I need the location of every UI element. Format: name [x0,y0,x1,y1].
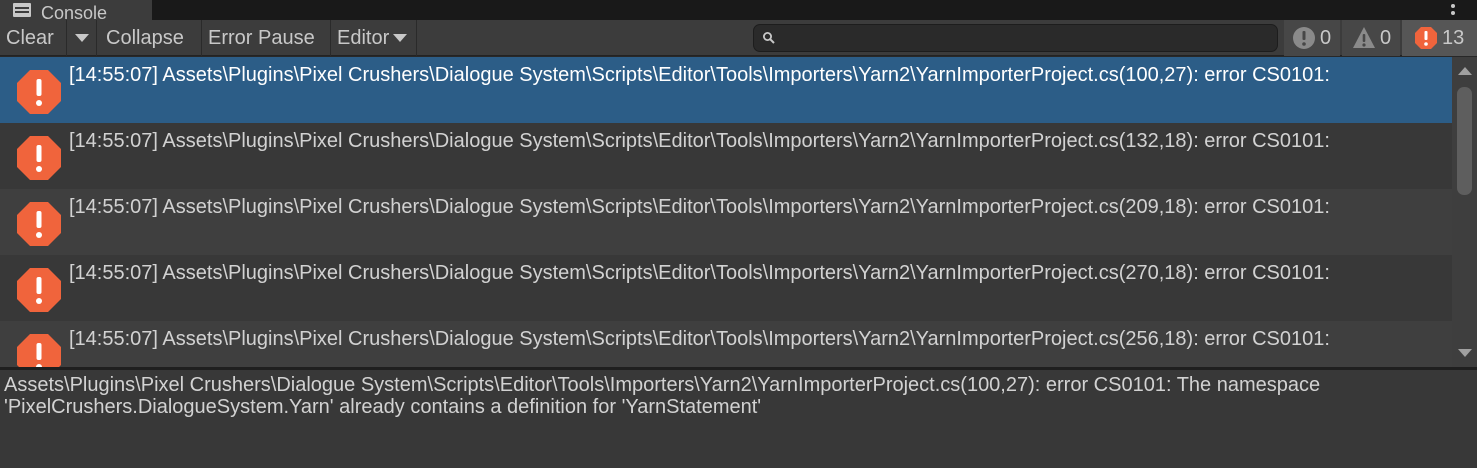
more-options-icon[interactable] [1447,2,1459,18]
scroll-down-icon[interactable] [1458,349,1472,357]
warning-count-toggle[interactable]: 0 [1342,20,1400,56]
info-count-toggle[interactable]: 0 [1284,20,1340,56]
editor-dropdown[interactable]: Editor [331,20,417,56]
chevron-down-icon [393,34,408,42]
error-icon [17,334,61,367]
log-entry[interactable]: [14:55:07] Assets\Plugins\Pixel Crushers… [0,321,1452,367]
message-detail-pane: Assets\Plugins\Pixel Crushers\Dialogue S… [0,370,1477,468]
error-icon [1415,27,1437,49]
log-entry[interactable]: [14:55:07] Assets\Plugins\Pixel Crushers… [0,255,1452,321]
warning-icon [1353,27,1375,48]
log-entry-text: [14:55:07] Assets\Plugins\Pixel Crushers… [69,196,1330,218]
log-entry[interactable]: [14:55:07] Assets\Plugins\Pixel Crushers… [0,57,1452,123]
error-icon [17,136,61,180]
log-entry-text: [14:55:07] Assets\Plugins\Pixel Crushers… [69,64,1330,86]
log-entry[interactable]: [14:55:07] Assets\Plugins\Pixel Crushers… [0,123,1452,189]
search-input[interactable] [753,24,1278,52]
message-detail-line: 'PixelCrushers.DialogueSystem.Yarn' alre… [4,396,762,418]
error-icon [17,70,61,114]
error-count-toggle[interactable]: 13 [1402,20,1477,56]
tab-title: Console [41,3,108,20]
log-entry[interactable]: [14:55:07] Assets\Plugins\Pixel Crushers… [0,189,1452,255]
log-list[interactable]: [14:55:07] Assets\Plugins\Pixel Crushers… [0,57,1452,367]
info-icon [1293,27,1315,49]
chevron-down-icon [74,34,89,42]
log-entry-text: [14:55:07] Assets\Plugins\Pixel Crushers… [69,262,1330,284]
log-entry-text: [14:55:07] Assets\Plugins\Pixel Crushers… [69,130,1330,152]
error-icon [17,268,61,312]
tab-console[interactable]: Console [0,0,152,20]
clear-button[interactable]: Clear [0,20,67,56]
console-icon [13,3,31,17]
error-count: 13 [1442,26,1465,49]
log-entry-text: [14:55:07] Assets\Plugins\Pixel Crushers… [69,328,1330,350]
search-icon [763,32,775,44]
editor-dropdown-label: Editor [337,26,390,49]
scrollbar-thumb[interactable] [1457,87,1472,195]
log-list-scrollbar[interactable] [1452,57,1477,367]
collapse-toggle[interactable]: Collapse [100,20,202,56]
error-icon [17,202,61,246]
warning-count: 0 [1380,26,1392,49]
scroll-up-icon[interactable] [1458,67,1472,75]
info-count: 0 [1320,26,1332,49]
message-detail-line: Assets\Plugins\Pixel Crushers\Dialogue S… [4,374,1321,396]
clear-options-dropdown[interactable] [67,20,97,56]
tab-bar: Console [0,0,1477,20]
error-pause-toggle[interactable]: Error Pause [202,20,331,56]
